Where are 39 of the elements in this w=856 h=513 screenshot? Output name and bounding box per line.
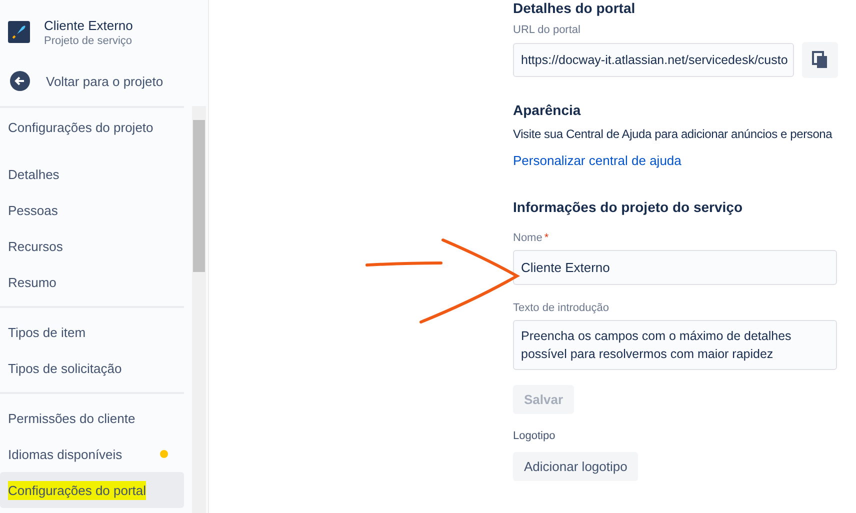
- add-logo-button[interactable]: Adicionar logotipo: [513, 452, 638, 481]
- help-center-link[interactable]: Personalizar central de ajuda: [513, 153, 682, 168]
- sidebar-item-label[interactable]: Configurações do portal: [8, 480, 146, 500]
- sidebar-item[interactable]: Tipos de item: [0, 314, 184, 350]
- sidebar-item[interactable]: Detalhes: [0, 156, 184, 192]
- sidebar-item-label[interactable]: Recursos: [8, 238, 63, 254]
- sidebar-heading: Configurações do projeto: [7, 119, 154, 137]
- sidebar-item[interactable]: Resumo: [0, 264, 184, 300]
- sidebar-item-label[interactable]: Tipos de item: [8, 324, 86, 340]
- field-label: Logotipo: [513, 430, 556, 442]
- back-link[interactable]: Voltar para o projeto: [0, 69, 208, 93]
- sidebar-item-label[interactable]: Permissões do cliente: [8, 410, 136, 426]
- appearance-text: Visite sua Central de Ajuda para adicionar anúncios e persona: [513, 127, 832, 141]
- copy-button[interactable]: [802, 42, 838, 78]
- scrollbar[interactable]: [192, 106, 206, 513]
- sidebar-item-label[interactable]: Detalhes: [8, 166, 60, 182]
- name-field[interactable]: Cliente Externo: [513, 250, 837, 285]
- sidebar-item[interactable]: Pessoas: [0, 192, 184, 228]
- field-label: Texto de introdução: [513, 302, 610, 314]
- sidebar-item[interactable]: Permissões do cliente: [0, 400, 184, 436]
- sidebar-item[interactable]: Recursos: [0, 228, 184, 264]
- back-link-label[interactable]: Voltar para o projeto: [46, 74, 164, 88]
- section-heading: Detalhes do portal: [513, 0, 636, 16]
- url-field[interactable]: https://docway-it.atlassian.net/servicedesk/custo: [513, 43, 794, 77]
- sidebar-item-label[interactable]: Pessoas: [8, 202, 58, 218]
- sidebar-item[interactable]: Idiomas disponíveis: [0, 436, 184, 472]
- intro-text-field[interactable]: Preencha os campos com o máximo de detalhes possível para resolvermos com maior rapidez: [513, 320, 837, 370]
- field-label: URL do portal: [513, 24, 580, 36]
- section-heading: Informações do projeto do serviço: [513, 199, 742, 215]
- section-heading: Aparência: [513, 102, 581, 118]
- field-label: Nome *: [513, 232, 549, 244]
- sidebar-item-label[interactable]: Resumo: [8, 274, 56, 290]
- sidebar-item-label[interactable]: Tipos de solicitação: [8, 360, 122, 376]
- project-name: Cliente Externo: [44, 18, 133, 32]
- project-type: Projeto de serviço: [44, 34, 133, 46]
- sidebar-item[interactable]: Tipos de solicitação: [0, 350, 184, 386]
- sidebar-item[interactable]: Configurações do portal: [0, 472, 184, 508]
- copy-icon: [812, 51, 828, 69]
- sidebar-item-label[interactable]: Idiomas disponíveis: [8, 446, 122, 462]
